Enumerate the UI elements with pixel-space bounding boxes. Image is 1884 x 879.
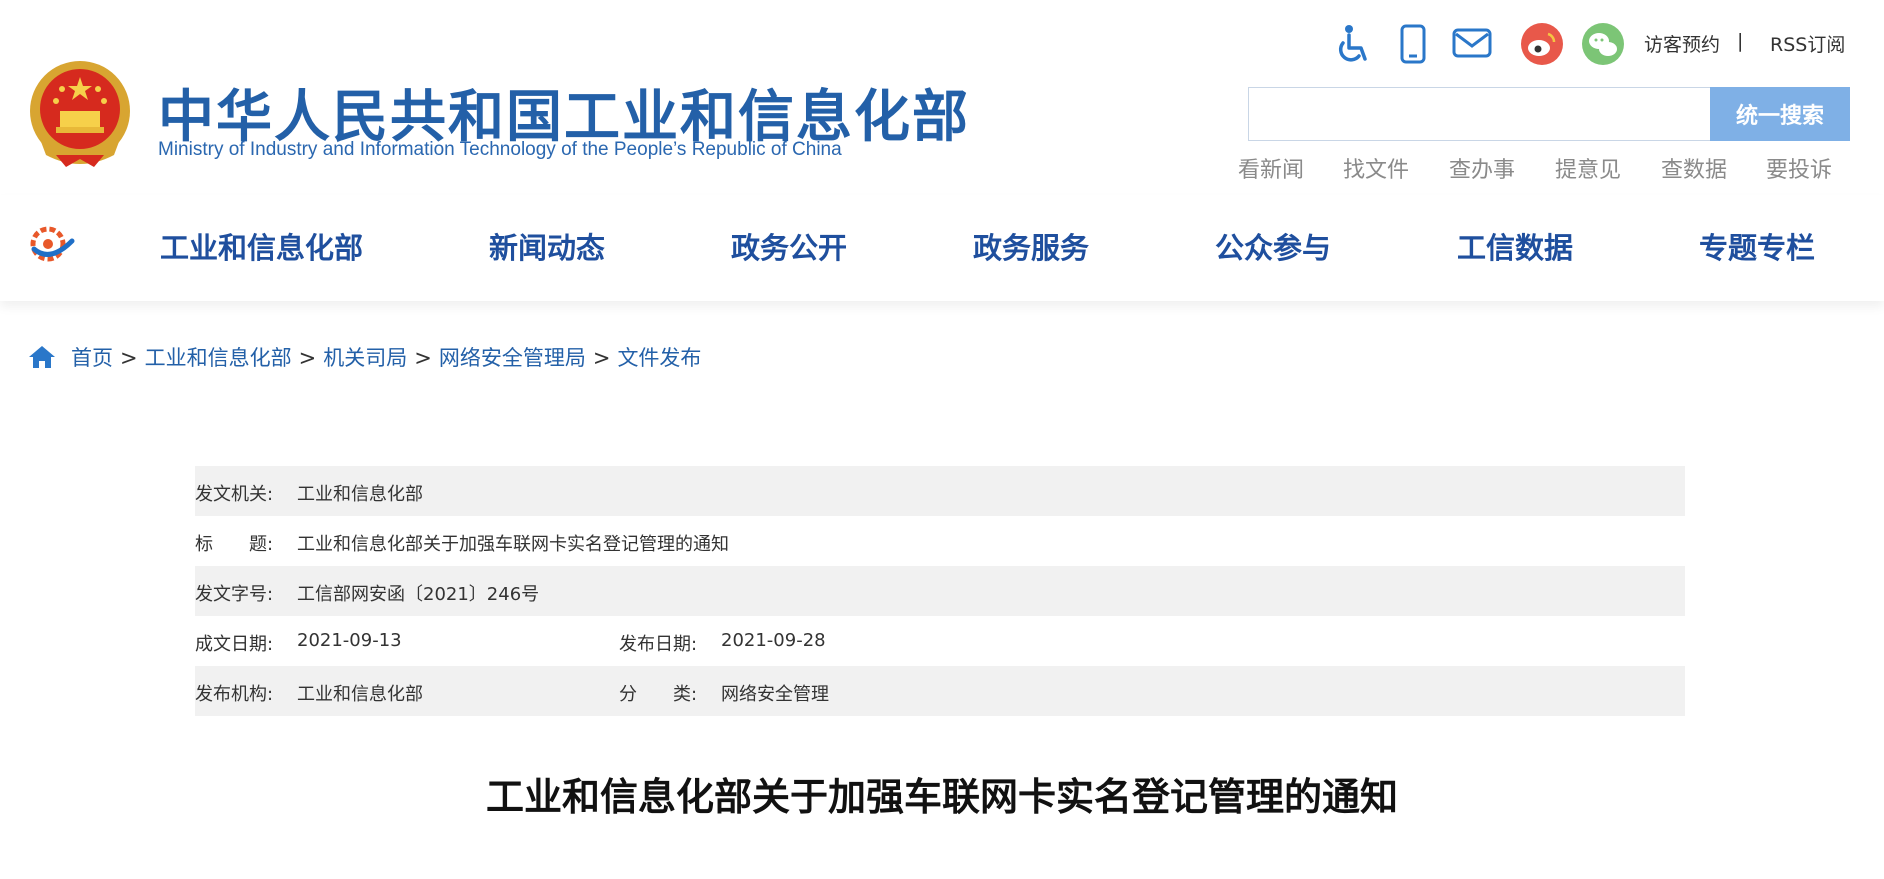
- org-label: 发布机构:: [195, 684, 274, 705]
- meta-row-org: 发布机构: 工业和信息化部 分 类: 网络安全管理: [195, 666, 1685, 716]
- quick-link-feedback[interactable]: 提意见: [1555, 152, 1621, 184]
- nav-item-news[interactable]: 新闻动态: [489, 225, 605, 267]
- breadcrumb-home[interactable]: 首页: [71, 346, 113, 370]
- meta-row-doc-number: 发文字号: 工信部网安函〔2021〕246号: [195, 566, 1685, 616]
- doc-number-value: 工信部网安函〔2021〕246号: [297, 584, 540, 605]
- rss-subscribe-link[interactable]: RSS订阅: [1770, 30, 1845, 57]
- quick-link-documents[interactable]: 找文件: [1343, 152, 1409, 184]
- issuer-label: 发文机关:: [195, 484, 274, 505]
- breadcrumb-cybersecurity-bureau[interactable]: 网络安全管理局: [439, 346, 586, 370]
- title-value: 工业和信息化部关于加强车联网卡实名登记管理的通知: [297, 534, 729, 555]
- breadcrumb-document-release[interactable]: 文件发布: [617, 346, 701, 370]
- divider: |: [1737, 30, 1744, 52]
- breadcrumb-separator: >: [592, 346, 611, 370]
- quick-link-news[interactable]: 看新闻: [1238, 152, 1304, 184]
- miit-logo-icon[interactable]: [24, 223, 76, 265]
- nav-item-topics[interactable]: 专题专栏: [1699, 225, 1815, 267]
- published-date-label: 发布日期:: [619, 634, 698, 655]
- nav-item-gov-services[interactable]: 政务服务: [973, 225, 1089, 267]
- issuer-value: 工业和信息化部: [297, 484, 423, 505]
- main-nav: 工业和信息化部 新闻动态 政务公开 政务服务 公众参与 工信数据 专题专栏: [0, 195, 1884, 301]
- search-input[interactable]: [1248, 87, 1710, 141]
- breadcrumb-separator: >: [298, 346, 317, 370]
- search-button[interactable]: 统一搜索: [1710, 87, 1850, 141]
- written-date-label: 成文日期:: [195, 634, 274, 655]
- written-date-value: 2021-09-13: [297, 630, 402, 651]
- article-title: 工业和信息化部关于加强车联网卡实名登记管理的通知: [485, 775, 1398, 819]
- breadcrumb-miit[interactable]: 工业和信息化部: [145, 346, 292, 370]
- title-label: 标 题:: [195, 534, 274, 555]
- quick-link-data[interactable]: 查数据: [1661, 152, 1727, 184]
- mail-icon[interactable]: [1452, 28, 1492, 60]
- category-value: 网络安全管理: [721, 684, 829, 705]
- nav-item-public[interactable]: 公众参与: [1215, 225, 1331, 267]
- doc-number-label: 发文字号:: [195, 584, 274, 605]
- meta-row-issuer: 发文机关: 工业和信息化部: [195, 466, 1685, 516]
- national-emblem-icon: [30, 61, 130, 167]
- weibo-icon[interactable]: [1520, 22, 1564, 66]
- quick-link-services[interactable]: 查办事: [1449, 152, 1515, 184]
- document-meta-table: 发文机关: 工业和信息化部 标 题: 工业和信息化部关于加强车联网卡实名登记管理…: [195, 466, 1685, 716]
- nav-item-gov-affairs[interactable]: 政务公开: [731, 225, 847, 267]
- nav-item-data[interactable]: 工信数据: [1457, 225, 1573, 267]
- breadcrumb-separator: >: [120, 346, 138, 370]
- published-date-value: 2021-09-28: [721, 630, 826, 651]
- quick-link-complaint[interactable]: 要投诉: [1766, 152, 1832, 184]
- meta-row-title: 标 题: 工业和信息化部关于加强车联网卡实名登记管理的通知: [195, 516, 1685, 566]
- visitor-appointment-link[interactable]: 访客预约: [1644, 30, 1720, 57]
- ministry-name-en: Ministry of Industry and Information Tec…: [158, 139, 842, 160]
- org-value: 工业和信息化部: [297, 684, 423, 705]
- accessibility-icon[interactable]: [1337, 24, 1373, 64]
- wechat-icon[interactable]: [1581, 22, 1625, 66]
- nav-item-miit[interactable]: 工业和信息化部: [160, 225, 363, 267]
- page: 中华人民共和国工业和信息化部 Ministry of Industry and …: [0, 0, 1884, 879]
- meta-row-dates: 成文日期: 2021-09-13 发布日期: 2021-09-28: [195, 616, 1685, 666]
- site-header: 中华人民共和国工业和信息化部 Ministry of Industry and …: [0, 0, 1884, 195]
- home-icon[interactable]: [28, 344, 56, 370]
- breadcrumb-departments[interactable]: 机关司局: [323, 346, 407, 370]
- mobile-icon[interactable]: [1399, 24, 1427, 64]
- category-label: 分 类:: [619, 684, 698, 705]
- breadcrumb-separator: >: [414, 346, 432, 370]
